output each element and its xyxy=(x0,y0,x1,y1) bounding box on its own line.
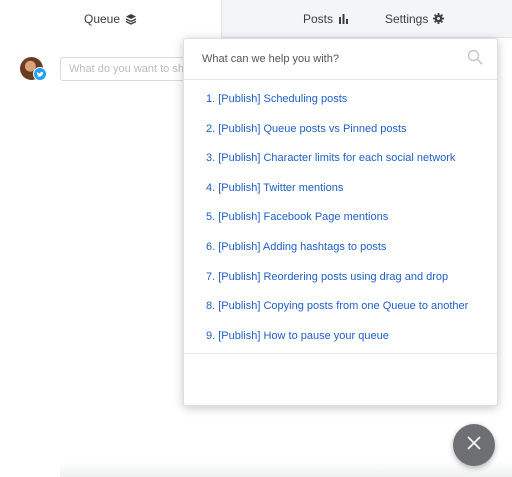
stack-icon xyxy=(125,13,137,25)
list-item: 9. [Publish] How to pause your queue xyxy=(184,330,497,360)
help-article-link[interactable]: 4. [Publish] Twitter mentions xyxy=(184,182,497,195)
list-item: 6. [Publish] Adding hashtags to posts xyxy=(184,241,497,271)
help-search-bar xyxy=(184,39,497,80)
list-item: 1. [Publish] Scheduling posts xyxy=(184,93,497,123)
help-popup: 1. [Publish] Scheduling posts 2. [Publis… xyxy=(183,38,498,406)
help-footer-divider xyxy=(184,353,497,354)
twitter-icon xyxy=(33,67,47,81)
gear-icon xyxy=(433,13,445,24)
search-icon[interactable] xyxy=(467,49,483,70)
help-article-list: 1. [Publish] Scheduling posts 2. [Publis… xyxy=(184,80,497,359)
list-item: 3. [Publish] Character limits for each s… xyxy=(184,152,497,182)
help-article-link[interactable]: 8. [Publish] Copying posts from one Queu… xyxy=(184,300,497,313)
help-article-link[interactable]: 5. [Publish] Facebook Page mentions xyxy=(184,211,497,224)
help-article-link[interactable]: 2. [Publish] Queue posts vs Pinned posts xyxy=(184,123,497,136)
tab-settings[interactable]: Settings xyxy=(367,0,512,38)
help-article-link[interactable]: 6. [Publish] Adding hashtags to posts xyxy=(184,241,497,254)
bottom-shadow xyxy=(60,462,512,477)
list-item: 8. [Publish] Copying posts from one Queu… xyxy=(184,300,497,330)
list-item: 7. [Publish] Reordering posts using drag… xyxy=(184,271,497,301)
tab-queue[interactable]: Queue xyxy=(0,0,222,38)
composer-input[interactable]: What do you want to share? xyxy=(60,57,190,81)
help-search-input[interactable] xyxy=(202,53,467,65)
help-article-link[interactable]: 1. [Publish] Scheduling posts xyxy=(184,93,497,106)
bar-chart-icon xyxy=(338,13,349,24)
tab-queue-label: Queue xyxy=(83,12,121,26)
help-article-link[interactable]: 3. [Publish] Character limits for each s… xyxy=(184,152,497,165)
list-item: 4. [Publish] Twitter mentions xyxy=(184,182,497,212)
list-item: 2. [Publish] Queue posts vs Pinned posts xyxy=(184,123,497,153)
top-tabs: Queue Posts Settings xyxy=(0,0,512,38)
help-article-link[interactable]: 9. [Publish] How to pause your queue xyxy=(184,330,497,343)
close-icon xyxy=(466,435,482,456)
help-article-link[interactable]: 7. [Publish] Reordering posts using drag… xyxy=(184,271,497,284)
tab-settings-label: Settings xyxy=(385,11,429,26)
composer-placeholder: What do you want to share? xyxy=(69,63,190,75)
tab-posts-label: Posts xyxy=(302,11,333,26)
tab-posts[interactable]: Posts xyxy=(222,0,367,38)
list-item: 5. [Publish] Facebook Page mentions xyxy=(184,211,497,241)
close-help-button[interactable] xyxy=(453,424,495,466)
